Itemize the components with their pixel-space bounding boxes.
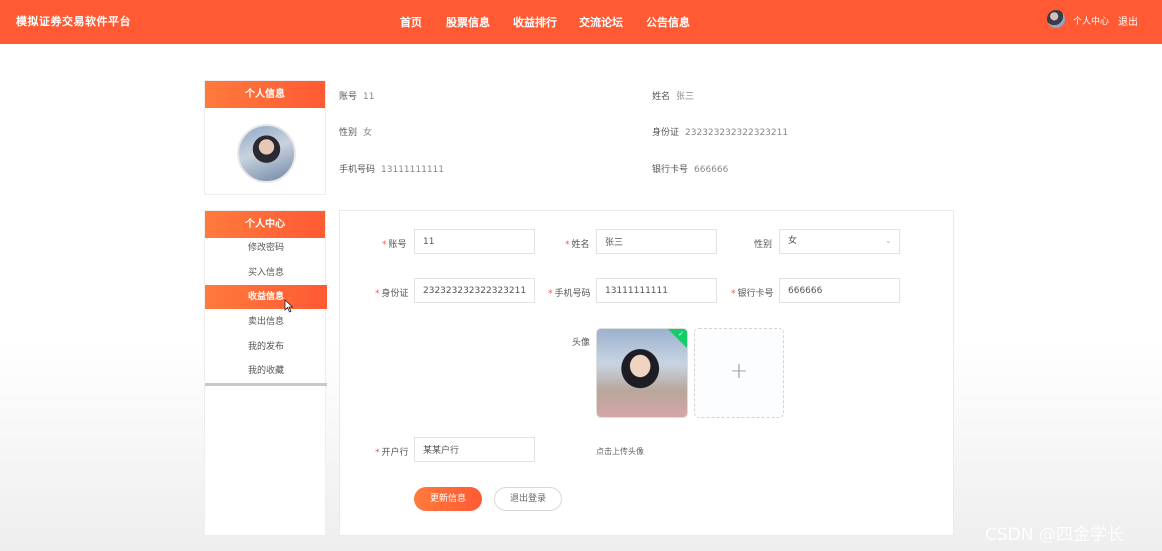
- phone-label: * 手机号码: [548, 289, 591, 299]
- upload-hint: 点击上传头像: [596, 447, 644, 456]
- nav-profit-ranking[interactable]: 收益排行: [513, 14, 557, 30]
- nav-stock-info[interactable]: 股票信息: [446, 14, 490, 30]
- user-avatar[interactable]: [1047, 10, 1065, 28]
- name-input[interactable]: [596, 229, 717, 254]
- summary-bank-label: 银行卡号: [652, 165, 689, 175]
- profile-card: 个人信息: [204, 80, 326, 195]
- summary-account-value: 11: [363, 92, 375, 102]
- summary-bank-value: 666666: [694, 165, 729, 175]
- account-input[interactable]: [414, 229, 535, 254]
- nav-home[interactable]: 首页: [400, 14, 422, 30]
- gender-select[interactable]: 女: [779, 229, 900, 254]
- gender-select-value: 女: [788, 236, 798, 246]
- personal-center-menu: 个人中心 修改密码 买入信息 收益信息 卖出信息 我的发布 我的收藏: [204, 210, 327, 536]
- menu-change-password[interactable]: 修改密码: [205, 236, 327, 260]
- profile-card-title: 个人信息: [205, 81, 325, 108]
- update-info-button[interactable]: 更新信息: [414, 487, 482, 511]
- phone-input[interactable]: [596, 278, 717, 303]
- bank-label: * 银行卡号: [731, 289, 774, 299]
- summary-id: 身份证 232323232322323211: [652, 125, 788, 138]
- logout-link[interactable]: 退出: [1118, 13, 1138, 28]
- menu-buy-info[interactable]: 买入信息: [205, 261, 327, 285]
- summary-phone-value: 13111111111: [381, 165, 445, 175]
- summary-account: 账号 11: [339, 89, 374, 102]
- upload-add-button[interactable]: +: [694, 328, 784, 418]
- menu-profit-info[interactable]: 收益信息: [205, 285, 327, 309]
- summary-account-label: 账号: [339, 92, 358, 102]
- summary-gender-label: 性别: [339, 128, 358, 138]
- profile-avatar: [237, 124, 296, 183]
- branch-label: * 开户行: [375, 448, 409, 458]
- summary-name-label: 姓名: [652, 92, 671, 102]
- summary-gender: 性别女: [339, 125, 372, 138]
- uploaded-avatar-thumbnail[interactable]: ✓: [596, 328, 688, 418]
- summary-gender-value: 女: [363, 128, 373, 138]
- nav-forum[interactable]: 交流论坛: [579, 14, 623, 30]
- branch-input[interactable]: [414, 437, 535, 462]
- menu-my-posts[interactable]: 我的发布: [205, 335, 327, 359]
- id-input[interactable]: [414, 278, 535, 303]
- summary-id-value: 232323232322323211: [685, 128, 789, 138]
- site-title[interactable]: 模拟证券交易软件平台: [16, 13, 131, 29]
- logout-button[interactable]: 退出登录: [494, 487, 562, 511]
- id-label: * 身份证: [375, 289, 409, 299]
- chevron-down-icon: ⌄: [885, 236, 892, 245]
- summary-phone: 手机号码 13111111111: [339, 162, 444, 175]
- bank-input[interactable]: [779, 278, 900, 303]
- user-center-link[interactable]: 个人中心: [1073, 14, 1109, 27]
- name-label: * 姓名: [565, 240, 590, 250]
- menu-title: 个人中心: [205, 211, 325, 238]
- plus-icon: +: [729, 359, 749, 384]
- summary-name-value: 张三: [676, 92, 695, 102]
- watermark: CSDN @四金学长: [985, 525, 1124, 545]
- summary-phone-label: 手机号码: [339, 165, 376, 175]
- top-navbar: 模拟证券交易软件平台 首页 股票信息 收益排行 交流论坛 公告信息 个人中心 退…: [0, 0, 1162, 44]
- summary-bank: 银行卡号 666666: [652, 162, 728, 175]
- account-label: * 账号: [382, 240, 407, 250]
- nav-announcements[interactable]: 公告信息: [646, 14, 690, 30]
- menu-my-favorites[interactable]: 我的收藏: [205, 359, 327, 383]
- summary-id-label: 身份证: [652, 128, 680, 138]
- mouse-cursor-icon: [284, 299, 294, 313]
- check-icon: ✓: [678, 330, 684, 338]
- menu-divider: [205, 383, 327, 386]
- menu-sell-info[interactable]: 卖出信息: [205, 310, 327, 334]
- summary-name: 姓名 张三: [652, 89, 694, 102]
- gender-label: 性别: [754, 240, 773, 250]
- avatar-label: 头像: [572, 338, 591, 348]
